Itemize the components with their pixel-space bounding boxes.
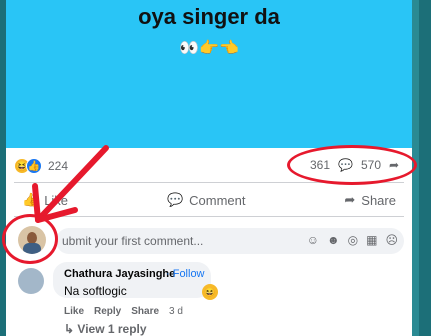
annotation-arrow xyxy=(32,145,109,223)
